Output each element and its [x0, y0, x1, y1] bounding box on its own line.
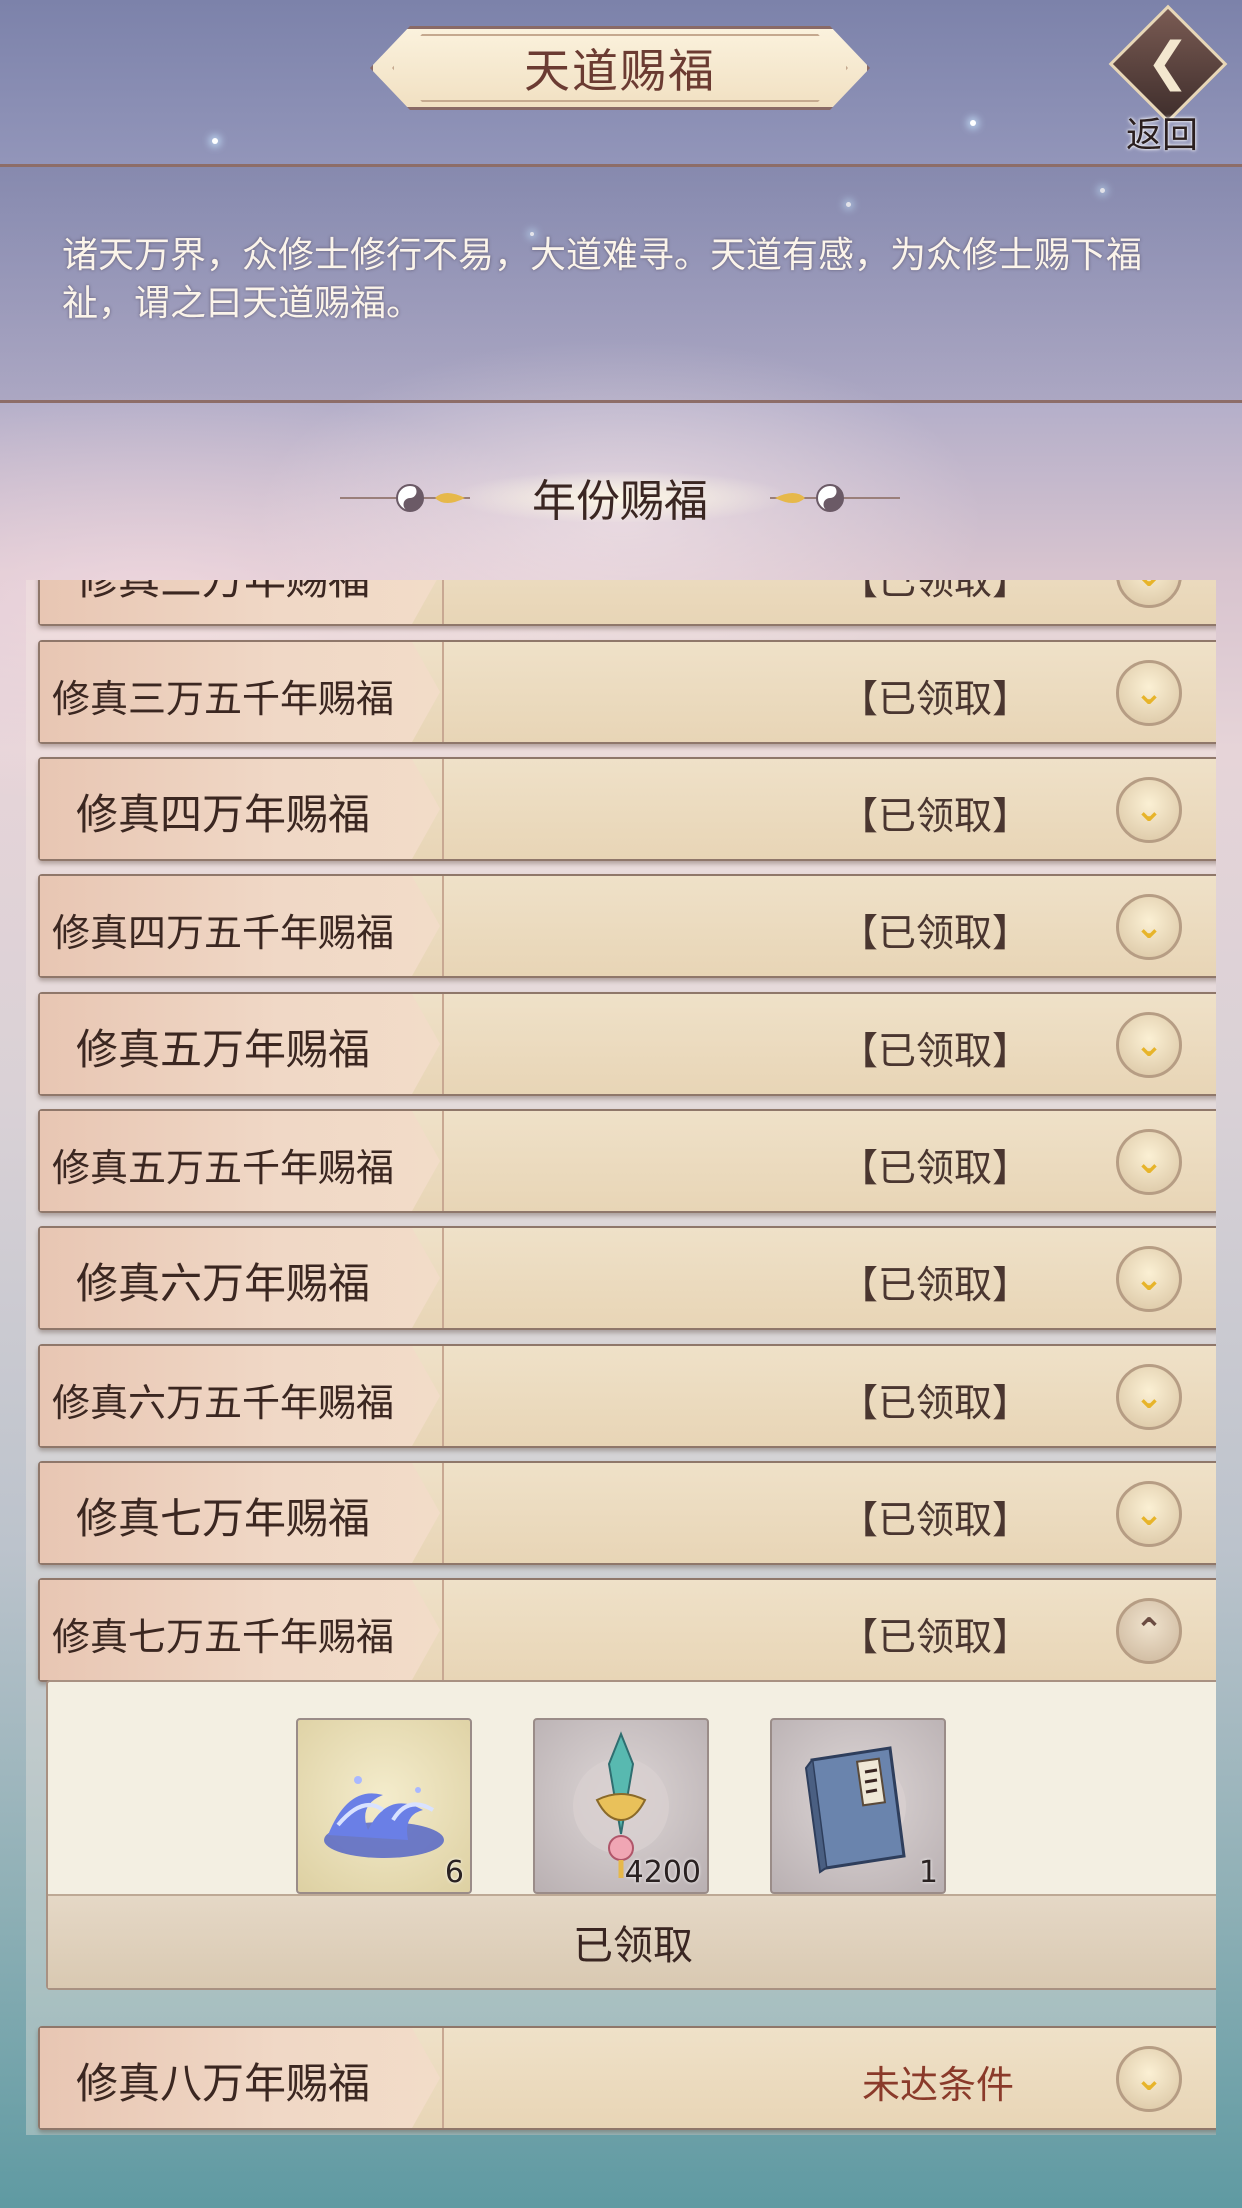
reward-row[interactable]: 修真三万年赐福 【已领取】 ⌄ — [38, 580, 1216, 626]
expand-chevron-icon[interactable]: ⌄ — [1116, 1364, 1182, 1430]
row-status: 【已领取】 — [840, 677, 1031, 721]
expand-chevron-icon[interactable]: ⌄ — [1116, 894, 1182, 960]
back-arrow-icon: ❮ — [1146, 32, 1190, 92]
collapse-chevron-icon[interactable]: ⌃ — [1116, 1598, 1182, 1664]
row-title: 修真三万年赐福 — [76, 580, 370, 607]
section-header: 年份赐福 — [340, 462, 900, 532]
row-title: 修真四万年赐福 — [76, 790, 371, 839]
reward-row[interactable]: 修真四万五千年赐福 【已领取】 ⌄ — [38, 874, 1216, 978]
expand-chevron-icon[interactable]: ⌄ — [1116, 1481, 1182, 1547]
expand-chevron-icon[interactable]: ⌄ — [1116, 580, 1182, 608]
divider-bottom — [0, 400, 1242, 403]
reward-detail-panel: 6 4200 1 已领取 — [46, 1680, 1216, 1990]
row-status: 【已领取】 — [840, 794, 1031, 838]
claim-status-label: 已领取 — [573, 1923, 693, 1969]
reward-row[interactable]: 修真八万年赐福 未达条件 ⌄ — [38, 2026, 1216, 2130]
reward-row[interactable]: 修真五万年赐福 【已领取】 ⌄ — [38, 992, 1216, 1096]
expand-chevron-icon[interactable]: ⌄ — [1116, 777, 1182, 843]
claimed-bar: 已领取 — [48, 1894, 1216, 1988]
row-title: 修真八万年赐福 — [76, 2059, 371, 2108]
row-status: 未达条件 — [862, 2063, 1015, 2107]
section-title: 年份赐福 — [532, 476, 708, 527]
reward-row[interactable]: 修真六万年赐福 【已领取】 ⌄ — [38, 1226, 1216, 1330]
title-plate: 天道赐福 — [370, 26, 870, 110]
row-status: 【已领取】 — [840, 911, 1031, 955]
back-button[interactable]: ❮ 返回 — [1108, 4, 1228, 156]
reward-row[interactable]: 修真七万年赐福 【已领取】 ⌄ — [38, 1461, 1216, 1565]
reward-row[interactable]: 修真四万年赐福 【已领取】 ⌄ — [38, 757, 1216, 861]
expand-chevron-icon[interactable]: ⌄ — [1116, 1129, 1182, 1195]
reward-row[interactable]: 修真六万五千年赐福 【已领取】 ⌄ — [38, 1344, 1216, 1448]
divider-top — [0, 164, 1242, 167]
expand-chevron-icon[interactable]: ⌄ — [1116, 1246, 1182, 1312]
item-count: 6 — [444, 1855, 464, 1890]
item-count: 4200 — [624, 1855, 701, 1890]
back-label: 返回 — [1126, 115, 1199, 156]
row-status: 【已领取】 — [840, 1615, 1031, 1659]
row-title: 修真四万五千年赐福 — [52, 911, 395, 955]
taiji-ornament-left-icon — [340, 484, 470, 512]
row-status: 【已领取】 — [840, 1263, 1031, 1307]
row-title: 修真七万年赐福 — [76, 1494, 371, 1543]
reward-row[interactable]: 修真三万五千年赐福 【已领取】 ⌄ — [38, 640, 1216, 744]
reward-item[interactable]: 1 — [770, 1718, 946, 1894]
reward-item[interactable]: 4200 — [533, 1718, 709, 1894]
row-status: 【已领取】 — [840, 1498, 1031, 1542]
row-title: 修真七万五千年赐福 — [52, 1615, 395, 1659]
row-status: 【已领取】 — [840, 580, 1031, 603]
reward-row-expanded[interactable]: 修真七万五千年赐福 【已领取】 ⌃ — [38, 1578, 1216, 1682]
row-title: 修真五万五千年赐福 — [52, 1146, 395, 1190]
row-title: 修真六万五千年赐福 — [52, 1381, 395, 1425]
row-title: 修真五万年赐福 — [76, 1025, 371, 1074]
sky-star — [970, 120, 976, 126]
item-count: 1 — [918, 1855, 938, 1890]
description-text: 诸天万界，众修士修行不易，大道难寻。天道有感，为众修士赐下福祉，谓之曰天道赐福。 — [62, 235, 1143, 324]
row-title: 修真六万年赐福 — [76, 1259, 371, 1308]
row-status: 【已领取】 — [840, 1146, 1031, 1190]
expand-chevron-icon[interactable]: ⌄ — [1116, 660, 1182, 726]
expand-chevron-icon[interactable]: ⌄ — [1116, 2046, 1182, 2112]
taiji-ornament-right-icon — [770, 484, 900, 512]
row-status: 【已领取】 — [840, 1381, 1031, 1425]
reward-list[interactable]: 修真三万年赐福 【已领取】 ⌄ 修真三万五千年赐福 【已领取】 ⌄ 修真四万年赐… — [26, 580, 1216, 2135]
expand-chevron-icon[interactable]: ⌄ — [1116, 1012, 1182, 1078]
reward-item[interactable]: 6 — [296, 1718, 472, 1894]
page-title: 天道赐福 — [524, 44, 716, 98]
row-title: 修真三万五千年赐福 — [52, 677, 395, 721]
sky-star — [212, 138, 218, 144]
row-status: 【已领取】 — [840, 1029, 1031, 1073]
reward-row[interactable]: 修真五万五千年赐福 【已领取】 ⌄ — [38, 1109, 1216, 1213]
